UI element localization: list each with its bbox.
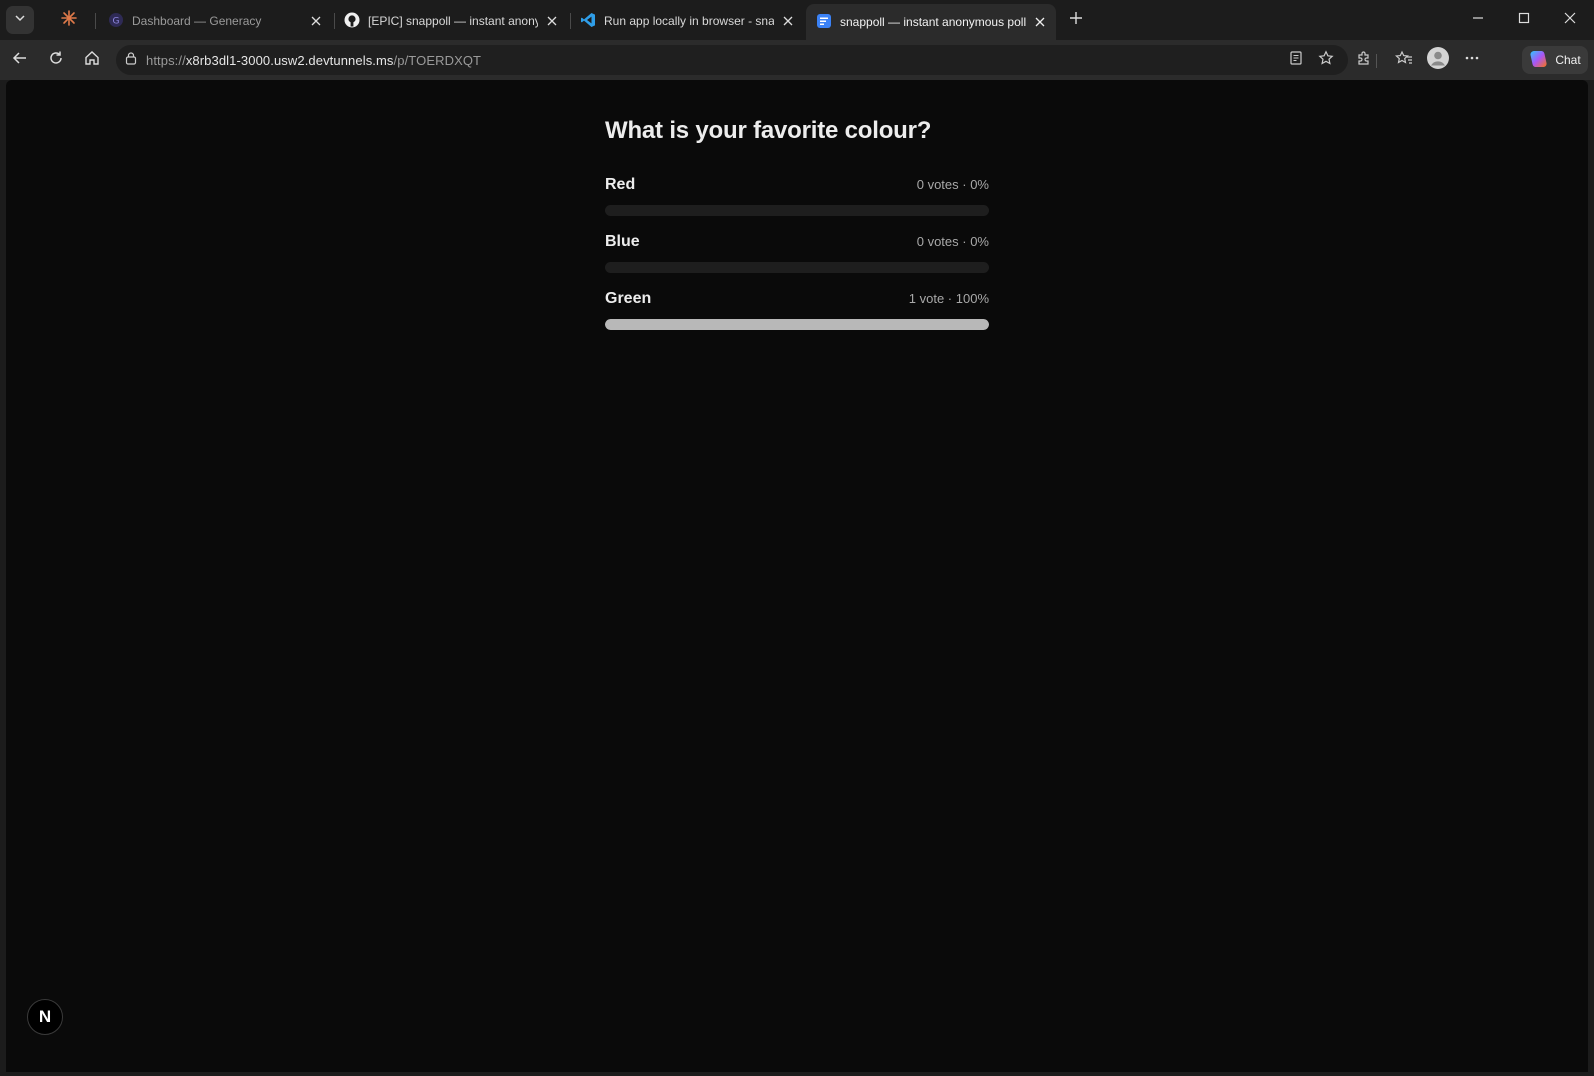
favorites-button[interactable] <box>1390 46 1418 74</box>
copilot-chat-button[interactable]: Chat <box>1522 46 1588 74</box>
plus-icon <box>1069 11 1083 30</box>
refresh-icon <box>48 50 64 71</box>
arrow-left-icon <box>12 50 28 71</box>
poll-results: What is your favorite colour? Red 0 vote… <box>605 117 989 347</box>
favorite-button[interactable] <box>1312 46 1340 74</box>
github-icon <box>344 12 360 31</box>
option-vote-count: 0 votes · 0% <box>916 177 989 192</box>
option-bar-track <box>605 262 989 273</box>
page-viewport: What is your favorite colour? Red 0 vote… <box>6 80 1588 1072</box>
document-icon <box>816 13 832 32</box>
puzzle-icon <box>1356 50 1372 71</box>
tab-epic[interactable]: [EPIC] snappoll — instant anonymous poll… <box>334 6 568 36</box>
sunburst-icon <box>61 9 77 31</box>
url-scheme: https:// <box>146 52 186 68</box>
chat-label: Chat <box>1555 53 1581 67</box>
close-icon[interactable] <box>544 13 560 29</box>
tab-title: Dashboard — Generacy <box>132 14 262 28</box>
option-bar-fill <box>605 319 989 330</box>
maximize-icon <box>1518 11 1530 29</box>
generacy-icon: G <box>108 12 124 31</box>
profile-button[interactable] <box>1424 46 1452 74</box>
more-horizontal-icon <box>1464 50 1480 71</box>
browser-toolbar: https://x8rb3dl1-3000.usw2.devtunnels.ms… <box>0 40 1594 80</box>
refresh-button[interactable] <box>42 46 70 74</box>
url-text: https://x8rb3dl1-3000.usw2.devtunnels.ms… <box>146 53 481 68</box>
close-icon <box>1564 11 1576 29</box>
url-host: x8rb3dl1-3000.usw2.devtunnels.ms <box>185 52 394 68</box>
back-button[interactable] <box>6 46 34 74</box>
favorites-star-icon <box>1394 50 1413 71</box>
vscode-icon <box>580 12 596 31</box>
tab-run-app[interactable]: Run app locally in browser - snappoll <box>570 6 804 36</box>
reading-view-button[interactable] <box>1282 46 1310 74</box>
close-window-button[interactable] <box>1548 6 1592 34</box>
lock-icon[interactable] <box>124 51 138 70</box>
minimize-button[interactable] <box>1456 6 1500 34</box>
tab-strip: G Dashboard — Generacy [EPIC] snappoll —… <box>0 0 1594 40</box>
close-icon[interactable] <box>780 13 796 29</box>
new-tab-button[interactable] <box>1064 8 1088 32</box>
poll-option: Red 0 votes · 0% <box>605 176 989 216</box>
tab-snappoll-active[interactable]: snappoll — instant anonymous polls <box>806 4 1056 40</box>
option-label: Red <box>605 176 636 193</box>
svg-text:G: G <box>113 16 120 26</box>
maximize-button[interactable] <box>1502 6 1546 34</box>
nextjs-dev-indicator[interactable]: N <box>27 999 63 1035</box>
copilot-icon <box>1529 49 1549 72</box>
poll-option: Green 1 vote · 100% <box>605 290 989 330</box>
chevron-down-icon <box>14 11 26 29</box>
tab-title: Run app locally in browser - snappoll <box>604 14 774 28</box>
option-bar-track <box>605 319 989 330</box>
home-button[interactable] <box>78 46 106 74</box>
star-icon <box>1318 49 1334 71</box>
toolbar-divider <box>1376 54 1377 68</box>
home-icon <box>84 50 100 71</box>
avatar <box>1427 46 1449 74</box>
tab-dashboard[interactable]: G Dashboard — Generacy <box>98 6 332 36</box>
minimize-icon <box>1472 11 1484 29</box>
option-label: Blue <box>605 233 640 250</box>
settings-more-button[interactable] <box>1458 46 1486 74</box>
address-bar[interactable]: https://x8rb3dl1-3000.usw2.devtunnels.ms… <box>116 45 1348 75</box>
option-vote-count: 1 vote · 100% <box>908 291 989 306</box>
option-label: Green <box>605 290 652 307</box>
poll-option: Blue 0 votes · 0% <box>605 233 989 273</box>
url-path: /p/TOERDXQT <box>393 52 482 68</box>
reading-view-icon <box>1288 50 1304 71</box>
tab-title: snappoll — instant anonymous polls <box>840 15 1026 29</box>
tab-separator <box>95 13 96 29</box>
poll-question: What is your favorite colour? <box>605 117 932 144</box>
close-icon[interactable] <box>308 13 324 29</box>
extensions-button[interactable] <box>1350 46 1378 74</box>
pinned-tab[interactable] <box>54 6 84 34</box>
close-icon[interactable] <box>1032 14 1048 30</box>
option-bar-track <box>605 205 989 216</box>
option-vote-count: 0 votes · 0% <box>916 234 989 249</box>
tab-actions-menu[interactable] <box>6 6 34 34</box>
nextjs-logo-icon: N <box>38 1007 52 1026</box>
tab-title: [EPIC] snappoll — instant anonymous poll… <box>368 14 538 28</box>
